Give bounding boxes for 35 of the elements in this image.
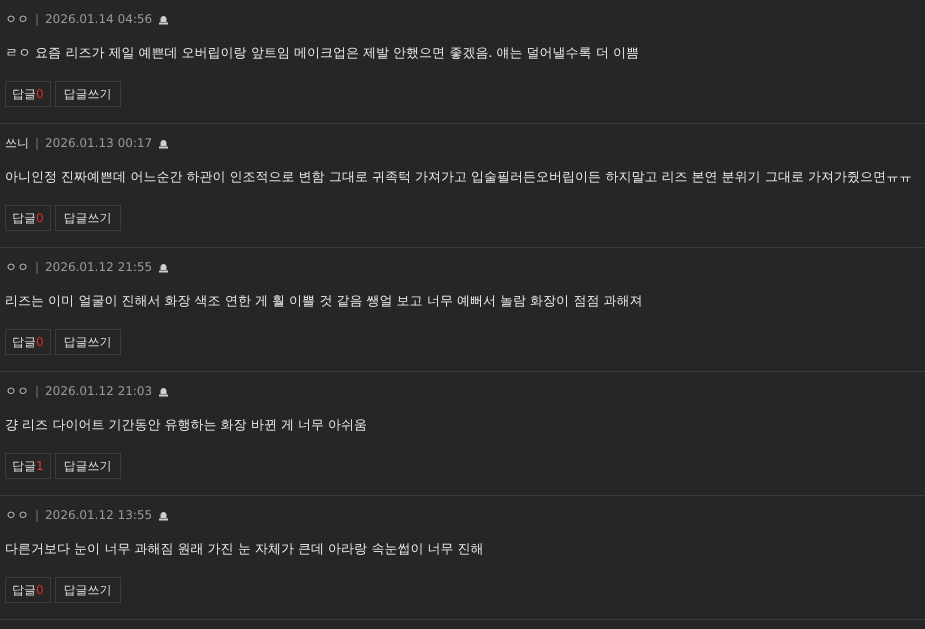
comment-text: ㄹㅇ 요즘 리즈가 제일 예쁜데 오버립이랑 앞트임 메이크업은 제발 안했으면 좋겠음. 얘는 덜어낼수록 더 이쁨 bbox=[5, 45, 640, 63]
siren-icon[interactable] bbox=[158, 138, 170, 148]
write-reply-button[interactable]: 답글쓰기 bbox=[54, 453, 121, 479]
separator: | bbox=[35, 507, 40, 524]
siren-icon[interactable] bbox=[158, 510, 170, 520]
comment-date: 2026.01.14 04:56 bbox=[45, 11, 152, 28]
siren-icon[interactable] bbox=[158, 262, 170, 272]
comment-author: 쓰니 bbox=[5, 135, 29, 152]
reply-count-button[interactable]: 답글0 bbox=[5, 329, 51, 355]
separator: | bbox=[35, 11, 40, 28]
comment-date: 2026.01.13 00:17 bbox=[45, 135, 152, 152]
write-reply-button[interactable]: 답글쓰기 bbox=[54, 577, 121, 603]
comment-date: 2026.01.12 21:55 bbox=[45, 259, 152, 276]
comment-author: ㅇㅇ bbox=[5, 383, 29, 400]
comment-author: ㅇㅇ bbox=[5, 507, 29, 524]
comment-author: ㅇㅇ bbox=[5, 259, 29, 276]
comment-text: 리즈는 이미 얼굴이 진해서 화장 색조 연한 게 훨 이쁠 것 같음 쌩얼 보고 너무 예뻐서 놀람 화장이 점점 과해져 bbox=[5, 293, 644, 311]
write-reply-button[interactable]: 답글쓰기 bbox=[54, 81, 121, 107]
siren-icon[interactable] bbox=[158, 386, 170, 396]
comment-date: 2026.01.12 13:55 bbox=[45, 507, 152, 524]
reply-count-button[interactable]: 답글0 bbox=[5, 81, 51, 107]
siren-icon[interactable] bbox=[158, 14, 170, 24]
comment-author: ㅇㅇ bbox=[5, 11, 29, 28]
comment-text: 걍 리즈 다이어트 기간동안 유행하는 화장 바뀐 게 너무 아쉬움 bbox=[5, 417, 368, 435]
write-reply-button[interactable]: 답글쓰기 bbox=[54, 329, 121, 355]
reply-count-button[interactable]: 답글0 bbox=[5, 577, 51, 603]
comment-text: 아니인정 진짜예쁜데 어느순간 하관이 인조적으로 변함 그대로 귀족턱 가져가고 입술필러든오버립이든 하지말고 리즈 본연 분위기 그대로 가져가줬으면ㅠㅠ bbox=[5, 169, 913, 187]
separator: | bbox=[35, 135, 40, 152]
reply-count-button[interactable]: 답글0 bbox=[5, 205, 51, 231]
separator: | bbox=[35, 259, 40, 276]
reply-count-button[interactable]: 답글1 bbox=[5, 453, 51, 479]
separator: | bbox=[35, 383, 40, 400]
comment-text: 다른거보다 눈이 너무 과해짐 원래 가진 눈 자체가 큰데 아라랑 속눈썹이 너무 진해 bbox=[5, 541, 485, 559]
write-reply-button[interactable]: 답글쓰기 bbox=[54, 205, 121, 231]
comment-date: 2026.01.12 21:03 bbox=[45, 383, 152, 400]
